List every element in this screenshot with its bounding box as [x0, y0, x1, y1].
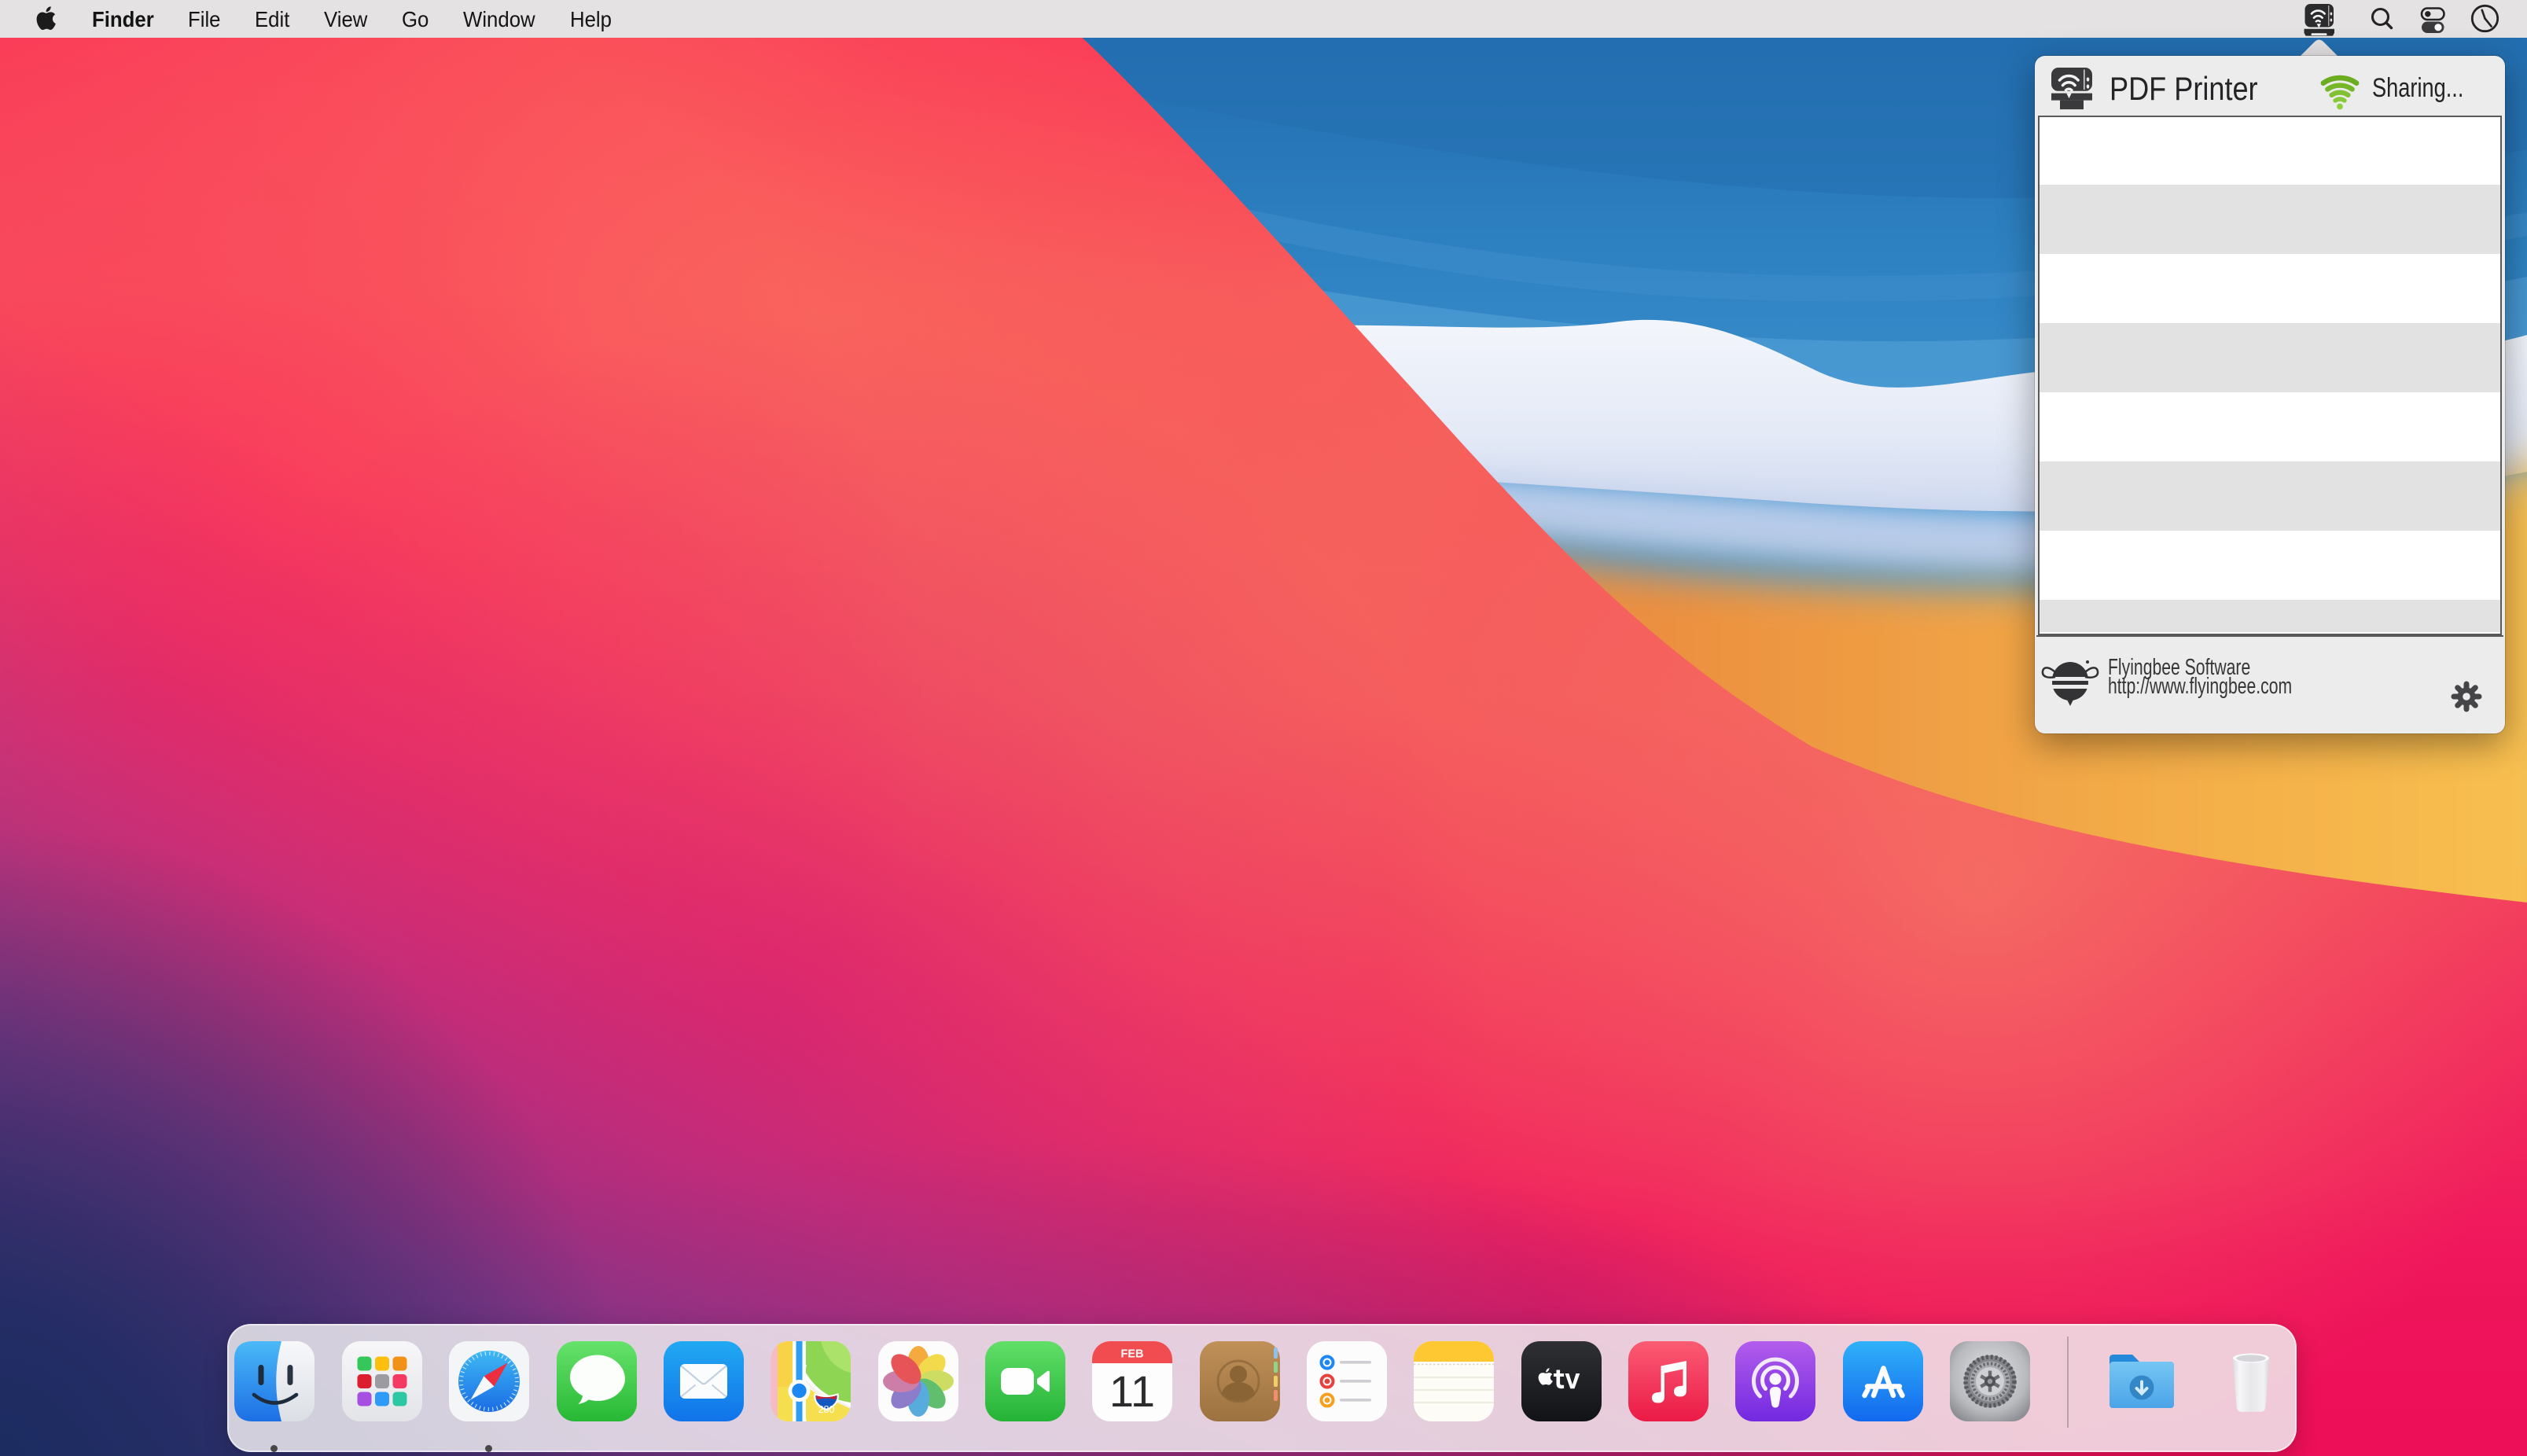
- svg-text:280: 280: [818, 1404, 835, 1415]
- svg-text:11: 11: [1109, 1366, 1155, 1416]
- svg-text:FEB: FEB: [1121, 1348, 1144, 1361]
